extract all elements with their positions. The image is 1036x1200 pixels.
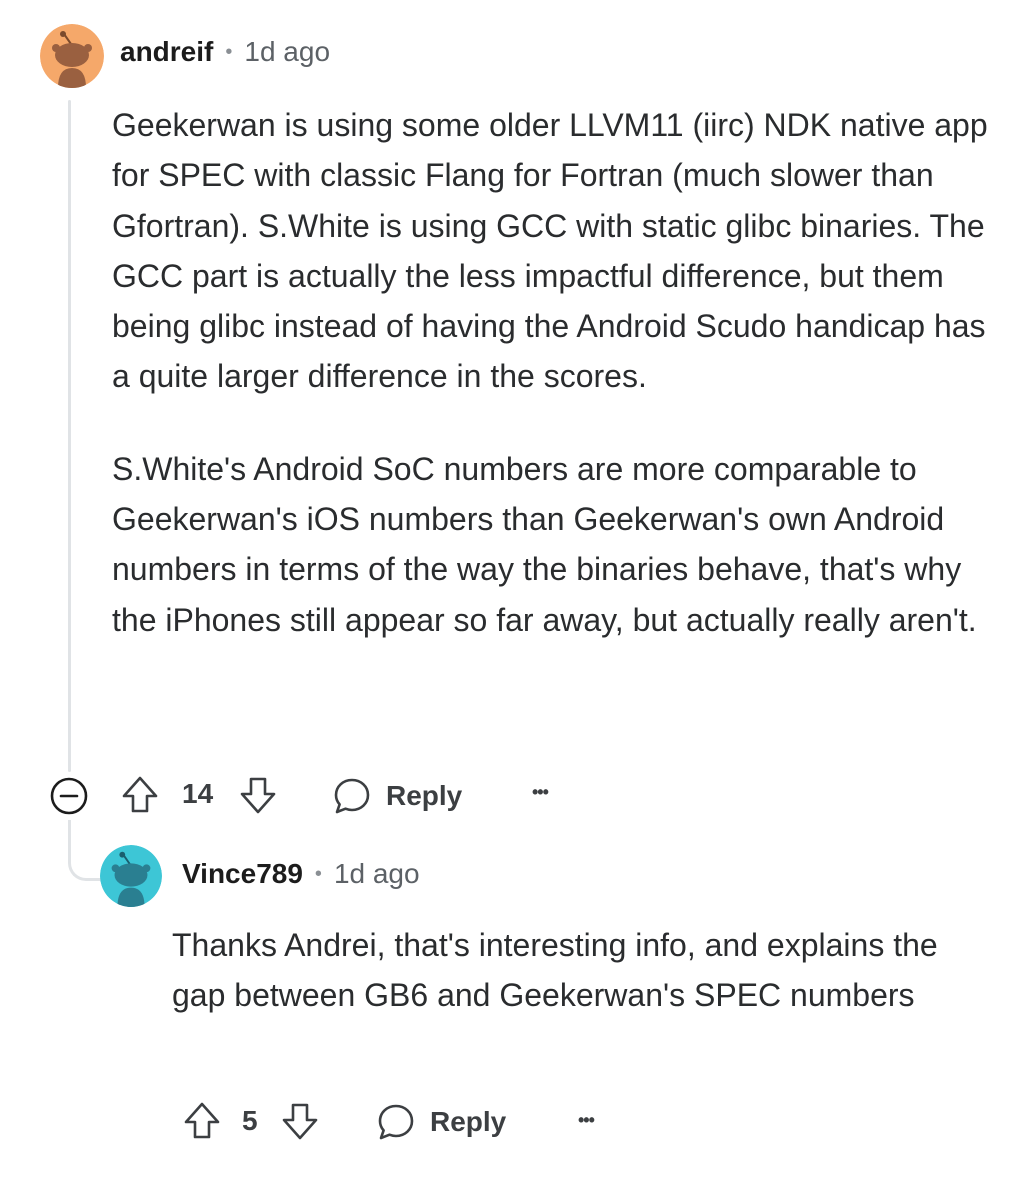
reply-timestamp: 1d ago — [333, 858, 420, 889]
reply-button[interactable]: Reply — [332, 776, 462, 816]
reply-author[interactable]: Vince789 — [182, 858, 303, 890]
vote-count: 14 — [182, 778, 214, 809]
downvote-icon[interactable] — [280, 1100, 320, 1142]
more-options-icon[interactable]: ••• — [578, 1110, 595, 1131]
comment-body: Geekerwan is using some older LLVM11 (ii… — [112, 100, 992, 645]
upvote-icon[interactable] — [120, 774, 160, 816]
reply-body: Thanks Andrei, that's interesting info, … — [172, 920, 982, 1021]
comment-meta: andreif • 1d ago — [120, 36, 330, 68]
avatar[interactable] — [40, 24, 104, 88]
more-options-icon[interactable]: ••• — [532, 782, 549, 803]
avatar[interactable] — [100, 845, 162, 907]
comment-paragraph: Geekerwan is using some older LLVM11 (ii… — [112, 107, 988, 395]
comment-timestamp: 1d ago — [244, 36, 331, 67]
meta-separator: • — [314, 862, 322, 885]
vote-count: 5 — [242, 1105, 258, 1136]
meta-separator: • — [225, 40, 233, 63]
speech-bubble-icon — [376, 1102, 416, 1142]
comment-author[interactable]: andreif — [120, 36, 213, 68]
upvote-icon[interactable] — [182, 1100, 222, 1142]
reply-label: Reply — [430, 1106, 507, 1137]
snoo-avatar-icon — [100, 845, 162, 907]
thread-line — [68, 100, 71, 772]
comment-paragraph: S.White's Android SoC numbers are more c… — [112, 450, 977, 638]
downvote-icon[interactable] — [238, 774, 278, 816]
reply-meta: Vince789 • 1d ago — [182, 858, 420, 890]
reply-paragraph: Thanks Andrei, that's interesting info, … — [172, 927, 938, 1014]
reply-label: Reply — [386, 780, 463, 811]
snoo-avatar-icon — [40, 24, 104, 88]
collapse-icon[interactable] — [49, 776, 89, 816]
reply-button[interactable]: Reply — [376, 1102, 506, 1142]
speech-bubble-icon — [332, 776, 372, 816]
